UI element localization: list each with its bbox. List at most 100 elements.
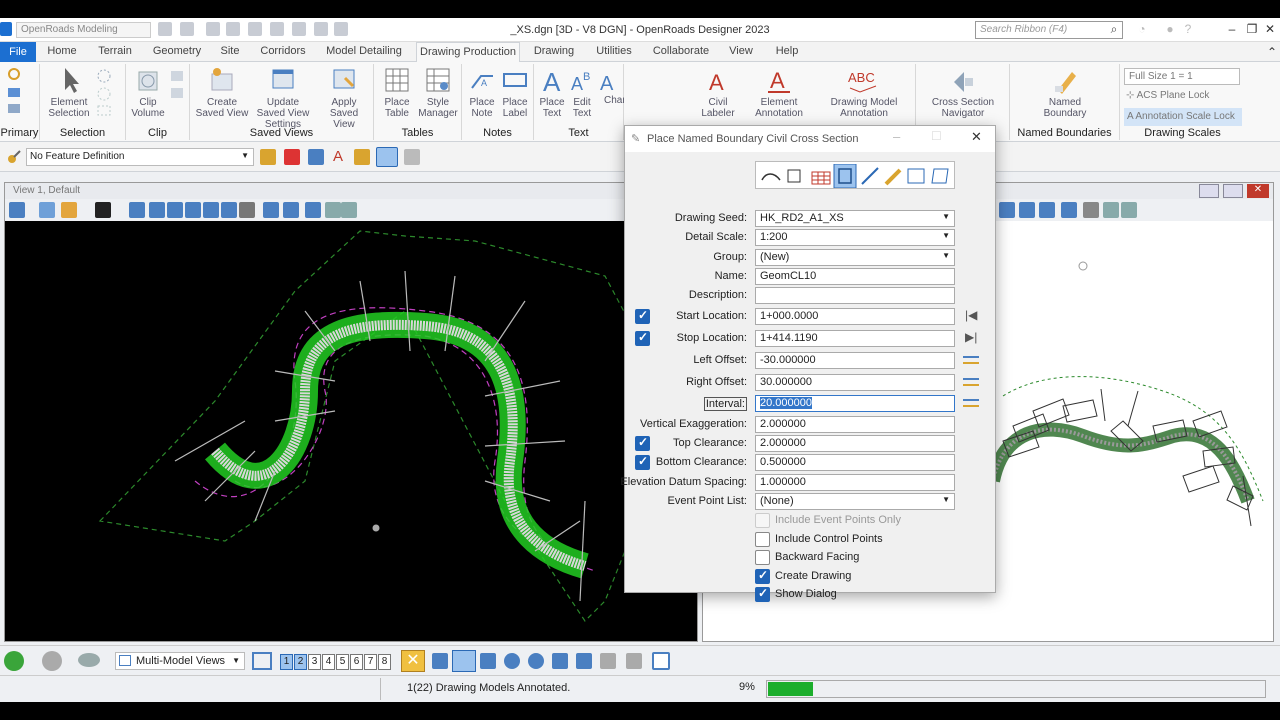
line-boundary-icon[interactable] [861, 167, 879, 185]
forward-icon[interactable] [42, 651, 62, 671]
view-attributes-icon[interactable] [9, 202, 25, 218]
detail-scale-select[interactable]: 1:200 [755, 229, 955, 246]
model-views-select[interactable]: Multi-Model Views ▼ [115, 652, 245, 670]
model-icon[interactable] [78, 653, 100, 667]
left-offset-input[interactable]: -30.000000 [755, 352, 955, 369]
view-maximize-button[interactable] [1223, 184, 1243, 198]
section-tool-icon[interactable] [308, 149, 324, 165]
pencil-boundary-icon[interactable] [884, 168, 902, 186]
update-saved-view-button[interactable]: Update Saved View Settings [252, 66, 314, 130]
view-button-3[interactable]: 3 [308, 654, 321, 670]
keypoint-snap-icon[interactable] [480, 653, 496, 669]
dialog-minimize-button[interactable]: – [893, 129, 900, 144]
interval-pick-icon[interactable] [963, 399, 979, 407]
rectangle-boundary-icon[interactable] [907, 168, 925, 184]
section-view-icon[interactable] [1121, 202, 1137, 218]
measure-tool-icon[interactable] [404, 149, 420, 165]
view-previous-icon[interactable] [263, 202, 279, 218]
rotate-view-icon[interactable] [221, 202, 237, 218]
clip-volume-button[interactable]: Clip Volume [128, 66, 168, 119]
view-next-icon[interactable] [283, 202, 299, 218]
civil-cross-section-icon[interactable] [833, 164, 857, 188]
update-view-icon[interactable] [129, 202, 145, 218]
civil-cross-section-grid-icon[interactable] [811, 171, 831, 185]
active-snap-icon[interactable] [452, 650, 476, 672]
tab-site[interactable]: Site [214, 45, 246, 61]
view-button-8[interactable]: 8 [378, 654, 391, 670]
view-next-icon[interactable] [1019, 202, 1035, 218]
include-control-points-checkbox[interactable] [755, 532, 770, 547]
annotation-scale-lock-toggle[interactable]: A Annotation Scale Lock [1124, 108, 1242, 126]
view-button-4[interactable]: 4 [322, 654, 335, 670]
text-tool-icon[interactable]: A [333, 148, 343, 165]
interval-input[interactable]: 20.000000 [755, 395, 955, 412]
edit-text-button[interactable]: AB Edit Text [568, 66, 596, 119]
zoom-in-icon[interactable] [149, 202, 165, 218]
window-area-icon[interactable] [185, 202, 201, 218]
active-tool-icon[interactable] [376, 147, 398, 167]
left-offset-pick-icon[interactable] [963, 356, 979, 364]
clip-view-icon[interactable] [325, 202, 341, 218]
minimize-button[interactable]: – [1224, 21, 1240, 37]
arc-snap-icon[interactable] [600, 653, 616, 669]
name-input[interactable]: GeomCL10 [755, 268, 955, 285]
perpendicular-snap-icon[interactable] [626, 653, 642, 669]
feature-tool-icon[interactable] [260, 149, 276, 165]
feature-definition-select[interactable]: No Feature Definition ▼ [26, 148, 254, 166]
view-close-button[interactable]: ✕ [1247, 184, 1269, 198]
start-location-checkbox[interactable] [635, 308, 650, 324]
bottom-clearance-checkbox[interactable] [635, 454, 650, 470]
tab-geometry[interactable]: Geometry [150, 45, 204, 61]
close-button[interactable]: ✕ [1262, 21, 1278, 37]
sign-in-icon[interactable]: ◔ [1134, 21, 1150, 37]
help-icon[interactable]: ? [1180, 21, 1196, 37]
plan-view-canvas[interactable] [5, 221, 697, 641]
view-groups-icon[interactable] [252, 652, 272, 670]
civil-plan-icon[interactable] [761, 173, 781, 181]
clip-tools-icon[interactable] [168, 68, 188, 118]
terrain-tool-icon[interactable] [284, 149, 300, 165]
elevation-datum-spacing-input[interactable]: 1.000000 [755, 474, 955, 491]
drawing-scale-select[interactable]: Full Size 1 = 1 [1124, 68, 1240, 85]
create-saved-view-button[interactable]: Create Saved View [194, 66, 250, 119]
tab-drawing-production[interactable]: Drawing Production [416, 42, 520, 63]
snap-toggle-icon[interactable]: ✕ [401, 650, 425, 672]
pencil-tool-icon[interactable] [354, 149, 370, 165]
cross-section-navigator-button[interactable]: Cross Section Navigator [920, 66, 1006, 119]
ribbon-search-input[interactable]: Search Ribbon (F4) [975, 21, 1123, 39]
display-style-icon[interactable] [39, 202, 55, 218]
place-label-button[interactable]: Place Label [498, 66, 532, 119]
copy-view-icon[interactable] [305, 202, 321, 218]
civil-labeler-button[interactable]: A Civil Labeler [696, 66, 740, 119]
user-avatar-icon[interactable]: ● [1162, 21, 1178, 37]
copy-view-icon[interactable] [1039, 202, 1055, 218]
section-view-icon[interactable] [341, 202, 357, 218]
description-input[interactable] [755, 287, 955, 304]
drawing-seed-select[interactable]: HK_RD2_A1_XS [755, 210, 955, 227]
element-annotation-button[interactable]: A Element Annotation [744, 66, 814, 119]
tab-view[interactable]: View [724, 45, 758, 61]
start-location-input[interactable]: 1+000.0000 [755, 308, 955, 325]
view-minimize-button[interactable] [1199, 184, 1219, 198]
feature-definition-icon[interactable] [6, 149, 22, 165]
lighting-icon[interactable] [61, 202, 77, 218]
named-boundary-button[interactable]: Named Boundary [1030, 66, 1100, 119]
origin-snap-icon[interactable] [528, 653, 544, 669]
clip-view-icon[interactable] [1103, 202, 1119, 218]
view-button-2[interactable]: 2 [294, 654, 307, 670]
element-selection-button[interactable]: Element Selection [44, 66, 94, 119]
tab-model-detailing[interactable]: Model Detailing [320, 45, 408, 61]
place-table-button[interactable]: Place Table [378, 66, 416, 119]
backward-facing-checkbox[interactable] [755, 550, 770, 565]
tab-help[interactable]: Help [768, 45, 806, 61]
tab-file[interactable]: File [0, 42, 36, 62]
tab-utilities[interactable]: Utilities [590, 45, 638, 61]
shape-boundary-icon[interactable] [931, 168, 949, 184]
right-offset-input[interactable]: 30.000000 [755, 374, 955, 391]
apply-saved-view-button[interactable]: Apply Saved View [318, 66, 370, 130]
start-location-pick-icon[interactable]: |◀ [965, 308, 977, 322]
dialog-close-button[interactable]: ✕ [971, 129, 982, 145]
view-button-6[interactable]: 6 [350, 654, 363, 670]
top-clearance-input[interactable]: 2.000000 [755, 435, 955, 452]
search-icon[interactable]: ⌕ [1106, 21, 1122, 37]
